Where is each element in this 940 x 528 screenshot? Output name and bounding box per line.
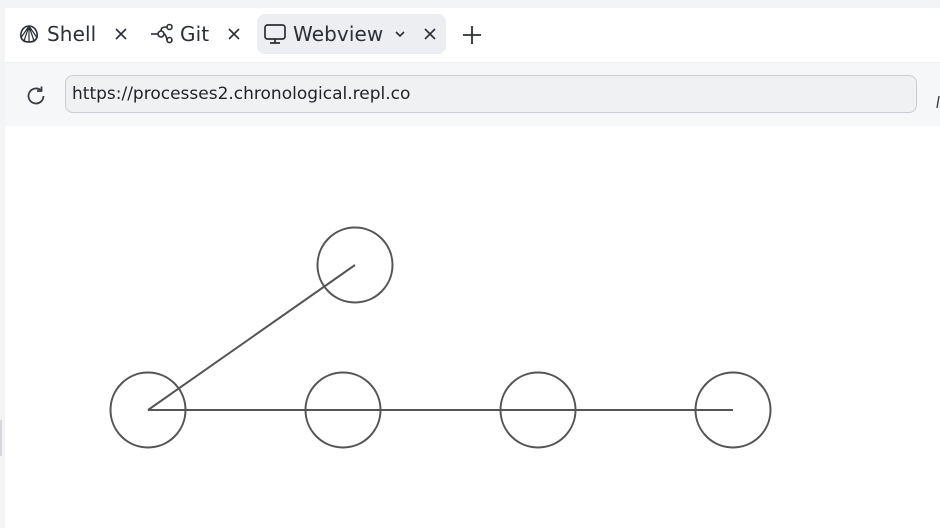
webview-toolbar xyxy=(5,62,940,127)
webview-content xyxy=(5,126,940,528)
plus-icon xyxy=(461,24,483,46)
chevron-down-icon[interactable] xyxy=(391,25,409,43)
close-icon[interactable] xyxy=(223,23,245,45)
tab-label: Webview xyxy=(293,22,384,46)
close-icon[interactable] xyxy=(419,23,441,45)
monitor-icon xyxy=(263,22,287,46)
tab-label: Git xyxy=(180,22,210,46)
git-branch-icon xyxy=(150,22,174,46)
tab-git[interactable]: Git xyxy=(150,14,245,54)
add-tab-button[interactable] xyxy=(460,23,484,47)
url-input[interactable] xyxy=(65,75,917,113)
replit-window: Shell Git Webview https://processes2.chr… xyxy=(5,8,940,528)
tab-webview[interactable]: Webview xyxy=(257,14,446,54)
reload-button[interactable] xyxy=(23,83,49,109)
graph-canvas xyxy=(109,226,772,449)
window-edge xyxy=(0,420,2,456)
overflow-icon xyxy=(936,93,940,109)
tab-shell[interactable]: Shell xyxy=(17,14,132,54)
close-icon[interactable] xyxy=(110,23,132,45)
refresh-icon xyxy=(24,84,48,108)
shell-icon xyxy=(17,22,41,46)
tab-label: Shell xyxy=(47,22,97,46)
tab-bar: Shell Git Webview xyxy=(5,8,940,62)
